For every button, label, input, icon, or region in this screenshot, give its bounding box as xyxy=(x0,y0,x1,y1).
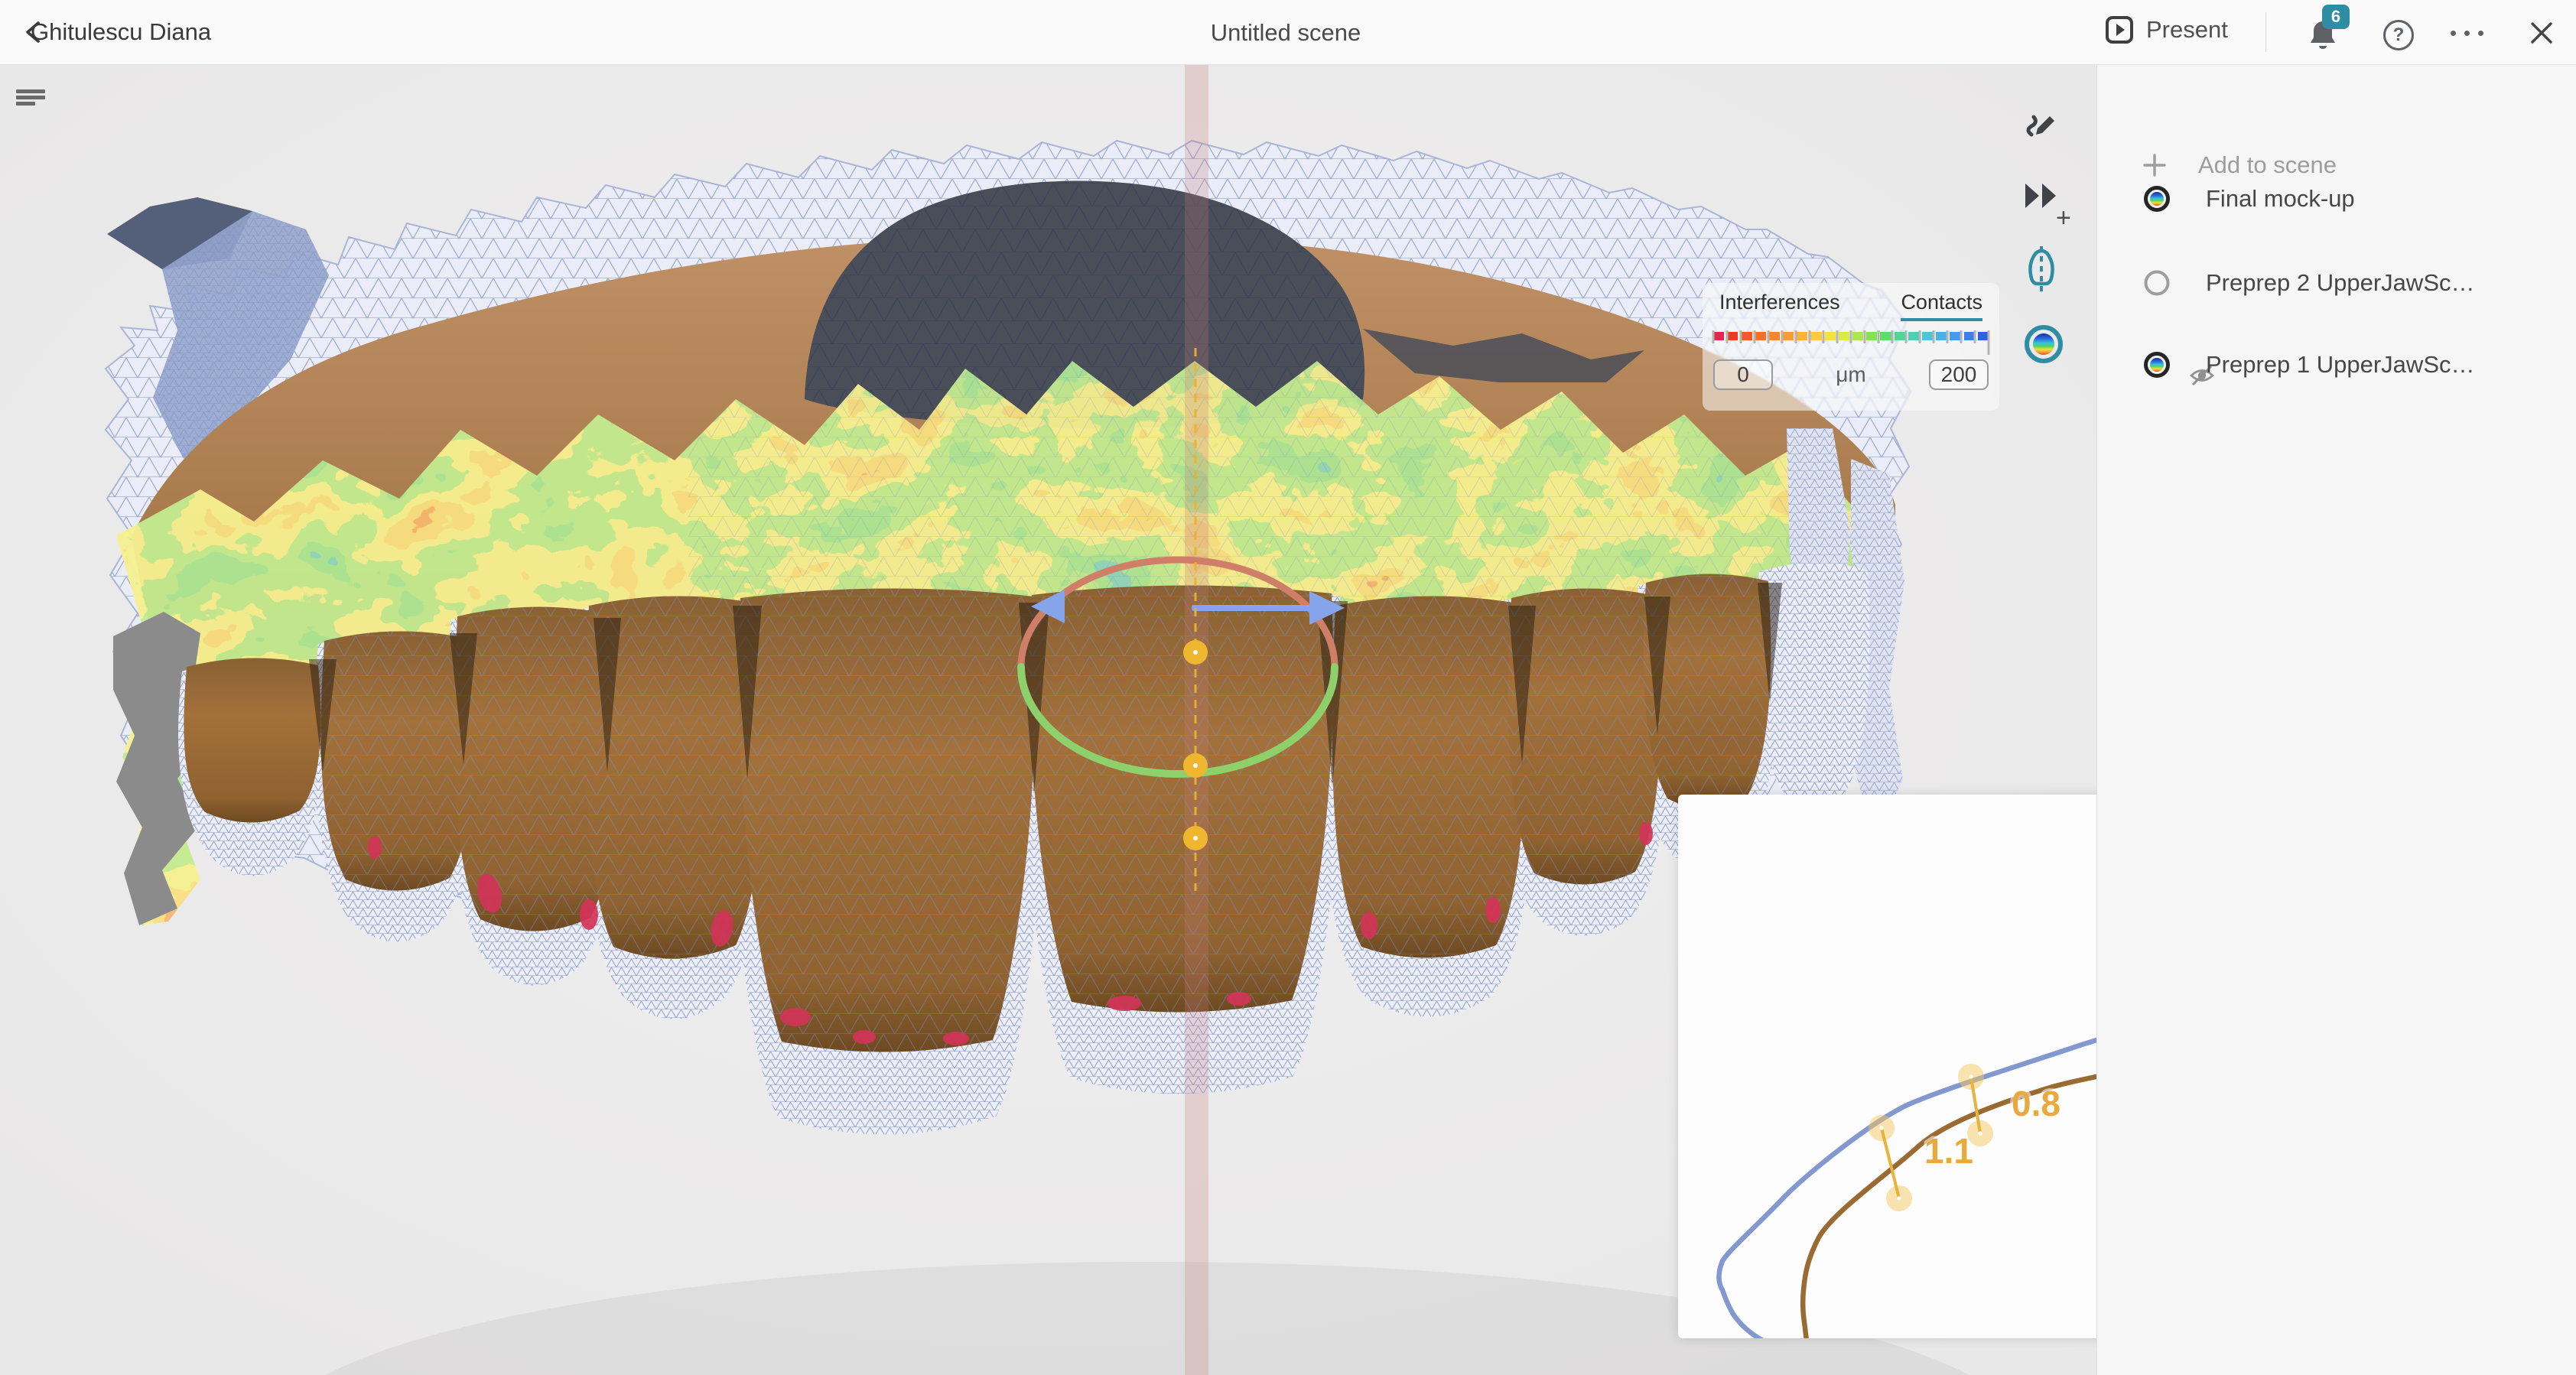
colorbar-tick xyxy=(1947,330,1949,343)
annotate-tool-icon[interactable] xyxy=(2022,104,2060,142)
colorbar-tick xyxy=(1836,330,1839,343)
colorbar-segment xyxy=(1755,332,1766,340)
colorbar-tick xyxy=(1850,330,1852,343)
colorbar-tick xyxy=(1878,330,1880,343)
add-to-scene-label: Add to scene xyxy=(2198,151,2337,179)
play-sequence-icon[interactable] xyxy=(2024,182,2059,210)
colorbar-tick xyxy=(1891,330,1894,343)
colorbar-segment xyxy=(1713,332,1724,340)
plus-icon xyxy=(2143,154,2166,177)
colormap-tool-icon[interactable] xyxy=(2024,324,2064,364)
colorbar-segment xyxy=(1741,332,1751,340)
colorbar-tick xyxy=(1905,330,1908,343)
scene-item-label: Final mock-up xyxy=(2206,185,2355,213)
tab-interferences[interactable]: Interferences xyxy=(1719,291,1840,321)
colorbar-segment xyxy=(1852,332,1863,340)
patient-name[interactable]: Ghitulescu Diana xyxy=(31,18,211,46)
colorbar-tick xyxy=(1988,330,1990,355)
scale-min-input[interactable]: 0 xyxy=(1713,359,1773,390)
colorbar-segment xyxy=(1895,332,1905,340)
present-icon xyxy=(2105,15,2134,44)
colorbar-tick xyxy=(1974,330,1976,343)
svg-text:0.8: 0.8 xyxy=(2012,1084,2060,1123)
colorbar-tick xyxy=(1712,330,1715,343)
close-icon[interactable] xyxy=(2529,20,2555,46)
colorbar-tick xyxy=(1754,330,1756,343)
more-menu-icon[interactable] xyxy=(2451,31,2483,36)
radio-selected-colormap-icon[interactable] xyxy=(2143,185,2171,213)
present-button[interactable]: Present xyxy=(2105,15,2228,44)
colorbar-segment xyxy=(1783,332,1794,340)
contacts-colorbar xyxy=(1713,332,1989,353)
colorbar-tick xyxy=(1864,330,1866,343)
radio-unselected-icon[interactable] xyxy=(2143,269,2171,297)
add-step-icon[interactable]: + xyxy=(2056,203,2071,233)
colorbar-segment xyxy=(1727,332,1738,340)
scene-item-label: Preprep 2 UpperJawSc… xyxy=(2206,269,2475,297)
scene-item-label: Preprep 1 UpperJawSc… xyxy=(2206,351,2475,379)
notification-count-badge: 6 xyxy=(2322,5,2350,29)
top-bar: Ghitulescu Diana Untitled scene Present … xyxy=(0,0,2576,65)
app-window: Ghitulescu Diana Untitled scene Present … xyxy=(0,0,2576,1375)
colorbar-tick xyxy=(1960,330,1963,343)
scene-item-preprep1[interactable]: Preprep 1 UpperJawSc… xyxy=(2143,351,2475,379)
measurement: 0.8 xyxy=(1958,1064,2060,1146)
colorbar-segment xyxy=(1810,332,1821,340)
colorbar-segment xyxy=(1797,332,1807,340)
colorbar-segment xyxy=(1866,332,1877,340)
scale-max-input[interactable]: 200 xyxy=(1929,359,1989,390)
scene-title[interactable]: Untitled scene xyxy=(1211,19,1361,47)
colorbar-segment xyxy=(1839,332,1849,340)
colorbar-tick xyxy=(1809,330,1811,343)
colorbar-segment xyxy=(1825,332,1836,340)
colorbar-tick xyxy=(1781,330,1784,343)
colorbar-tick xyxy=(1740,330,1742,343)
colorbar-tick xyxy=(1726,330,1729,343)
colorbar-tick xyxy=(1795,330,1797,343)
svg-text:1.1: 1.1 xyxy=(1924,1131,1973,1171)
scene-item-final-mockup[interactable]: Final mock-up xyxy=(2143,185,2355,213)
colorbar-segment xyxy=(1936,332,1947,340)
measurement: 1.1 xyxy=(1869,1115,1973,1211)
radio-selected-colormap-icon[interactable] xyxy=(2143,351,2171,379)
colorbar-segment xyxy=(1769,332,1780,340)
colorbar-tick xyxy=(1823,330,1825,343)
colorbar-segment xyxy=(1908,332,1919,340)
colorbar-tick xyxy=(1768,330,1770,343)
colorbar-tick xyxy=(1919,330,1921,343)
scene-item-preprep2[interactable]: Preprep 2 UpperJawSc… xyxy=(2143,269,2475,297)
cross-section-tool-icon[interactable] xyxy=(2022,246,2060,292)
analysis-tabs: Interferences Contacts xyxy=(1703,283,1999,321)
tab-contacts[interactable]: Contacts xyxy=(1901,291,1982,321)
help-icon[interactable]: ? xyxy=(2383,20,2414,50)
present-label: Present xyxy=(2146,16,2228,44)
colorbar-segment xyxy=(1880,332,1891,340)
contacts-panel: Interferences Contacts 0 μm 200 xyxy=(1703,283,1999,411)
colorbar-tick xyxy=(1933,330,1935,343)
scale-unit-label: μm xyxy=(1773,362,1929,387)
add-to-scene-button[interactable]: Add to scene xyxy=(2143,151,2337,179)
colorbar-segment xyxy=(1922,332,1933,340)
view-menu-icon[interactable] xyxy=(16,89,47,108)
topbar-divider xyxy=(2265,12,2266,52)
scene-panel: Add to scene Final mock-up xyxy=(2096,64,2576,1375)
